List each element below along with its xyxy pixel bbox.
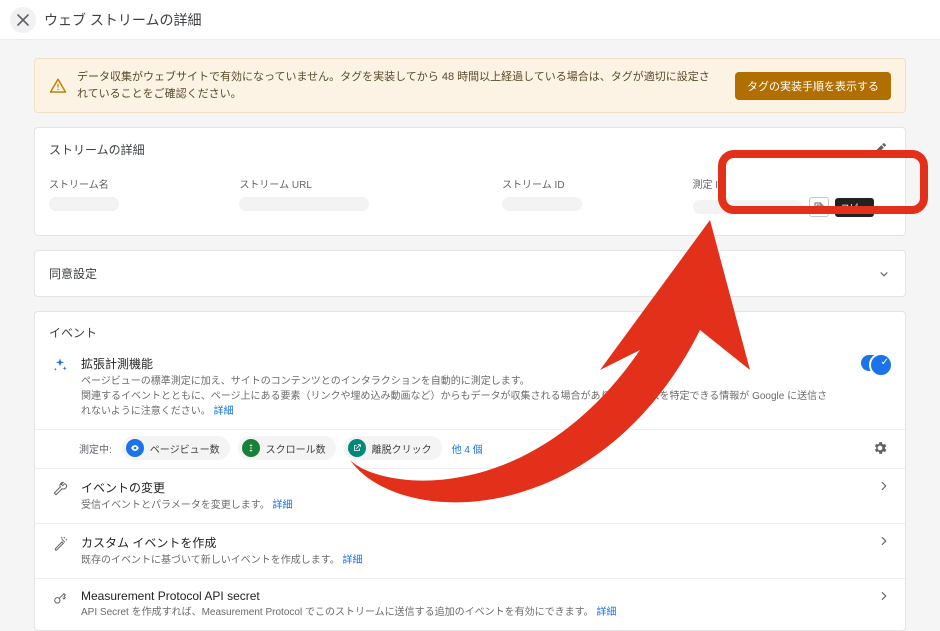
pencil-icon: [872, 141, 888, 157]
copy-measurement-id-button[interactable]: [809, 197, 829, 217]
chevron-down-icon: [877, 267, 891, 281]
field-measurement-id: 測定 ID コピー: [693, 176, 892, 217]
mp-link[interactable]: 詳細: [596, 607, 616, 618]
modify-desc: 受信イベントとパラメータを変更します。: [81, 500, 270, 511]
enhanced-settings-button[interactable]: [869, 437, 891, 459]
show-tag-instructions-button[interactable]: タグの実装手順を表示する: [735, 72, 891, 100]
stream-details-card: ストリームの詳細 ストリーム名 ストリーム URL ストリーム ID: [34, 127, 906, 236]
field-stream-name: ストリーム名: [49, 176, 229, 217]
edit-stream-button[interactable]: [869, 138, 891, 160]
pill-outbound: 離脱クリック: [344, 436, 442, 460]
warning-icon: [49, 77, 67, 95]
chevron-right-icon: [877, 534, 891, 548]
exit-icon: [348, 439, 366, 457]
gear-icon: [872, 440, 888, 456]
stream-details-head: ストリームの詳細: [35, 128, 905, 170]
enhanced-desc: ページビューの標準測定に加え、サイトのコンテンツとのインタラクションを自動的に測…: [81, 374, 831, 419]
custom-desc: 既存のイベントに基づいて新しいイベントを作成します。: [81, 555, 340, 566]
enhanced-toggle[interactable]: ✓: [861, 355, 891, 371]
events-card: イベント 拡張計測機能 ページビューの標準測定に加え、サイトのコンテンツとのイン…: [34, 311, 906, 631]
scroll-icon: [242, 439, 260, 457]
copy-icon: [813, 201, 825, 213]
enhanced-measurement-row: 拡張計測機能 ページビューの標準測定に加え、サイトのコンテンツとのインタラクショ…: [35, 341, 905, 429]
custom-title: カスタム イベントを作成: [81, 534, 851, 551]
field-stream-url: ストリーム URL: [239, 176, 492, 217]
chevron-right-icon: [877, 589, 891, 603]
custom-link[interactable]: 詳細: [342, 555, 362, 566]
modify-title: イベントの変更: [81, 479, 851, 496]
close-button[interactable]: [10, 7, 36, 33]
mp-desc: API Secret を作成すれば、Measurement Protocol で…: [81, 607, 594, 618]
label-stream-name: ストリーム名: [49, 176, 229, 191]
modify-link[interactable]: 詳細: [272, 500, 292, 511]
label-stream-id: ストリーム ID: [502, 176, 682, 191]
enhanced-detail-link[interactable]: 詳細: [214, 406, 234, 417]
sparkle-icon: [52, 357, 68, 373]
chevron-right-icon: [877, 479, 891, 493]
pill-pageviews: ページビュー数: [122, 436, 230, 460]
custom-events-row[interactable]: カスタム イベントを作成 既存のイベントに基づいて新しいイベントを作成します。 …: [35, 523, 905, 578]
eye-icon: [126, 439, 144, 457]
value-stream-name: [49, 197, 119, 211]
wand-icon: [52, 536, 68, 552]
pill-scrolls: スクロール数: [238, 436, 336, 460]
close-icon: [17, 14, 29, 26]
events-title: イベント: [35, 312, 905, 341]
modify-events-row[interactable]: イベントの変更 受信イベントとパラメータを変更します。 詳細: [35, 468, 905, 523]
label-stream-url: ストリーム URL: [239, 176, 492, 191]
consent-title: 同意設定: [49, 265, 97, 282]
page-header: ウェブ ストリームの詳細: [0, 0, 940, 40]
measuring-pills-row: 測定中: ページビュー数 スクロール数 離脱クリック 他 4 個: [35, 429, 905, 468]
copy-tooltip: コピー: [835, 198, 874, 217]
wrench-icon: [52, 481, 68, 497]
mp-secret-row[interactable]: Measurement Protocol API secret API Secr…: [35, 578, 905, 630]
value-stream-id: [502, 197, 582, 211]
field-stream-id: ストリーム ID: [502, 176, 682, 217]
check-icon: ✓: [881, 357, 889, 368]
value-stream-url: [239, 197, 369, 211]
consent-card[interactable]: 同意設定: [34, 250, 906, 297]
alert-text: データ収集がウェブサイトで有効になっていません。タグを実装してから 48 時間以…: [77, 69, 719, 102]
enhanced-title: 拡張計測機能: [81, 355, 831, 372]
alert-banner: データ収集がウェブサイトで有効になっていません。タグを実装してから 48 時間以…: [34, 58, 906, 113]
stream-details-title: ストリームの詳細: [49, 141, 145, 158]
mp-title: Measurement Protocol API secret: [81, 589, 851, 603]
value-measurement-id: [693, 200, 803, 214]
measuring-label: 測定中:: [79, 441, 112, 456]
page-title: ウェブ ストリームの詳細: [44, 10, 201, 30]
key-icon: [52, 591, 68, 607]
label-measurement-id: 測定 ID: [693, 176, 892, 191]
plus-n-link[interactable]: 他 4 個: [452, 441, 483, 456]
